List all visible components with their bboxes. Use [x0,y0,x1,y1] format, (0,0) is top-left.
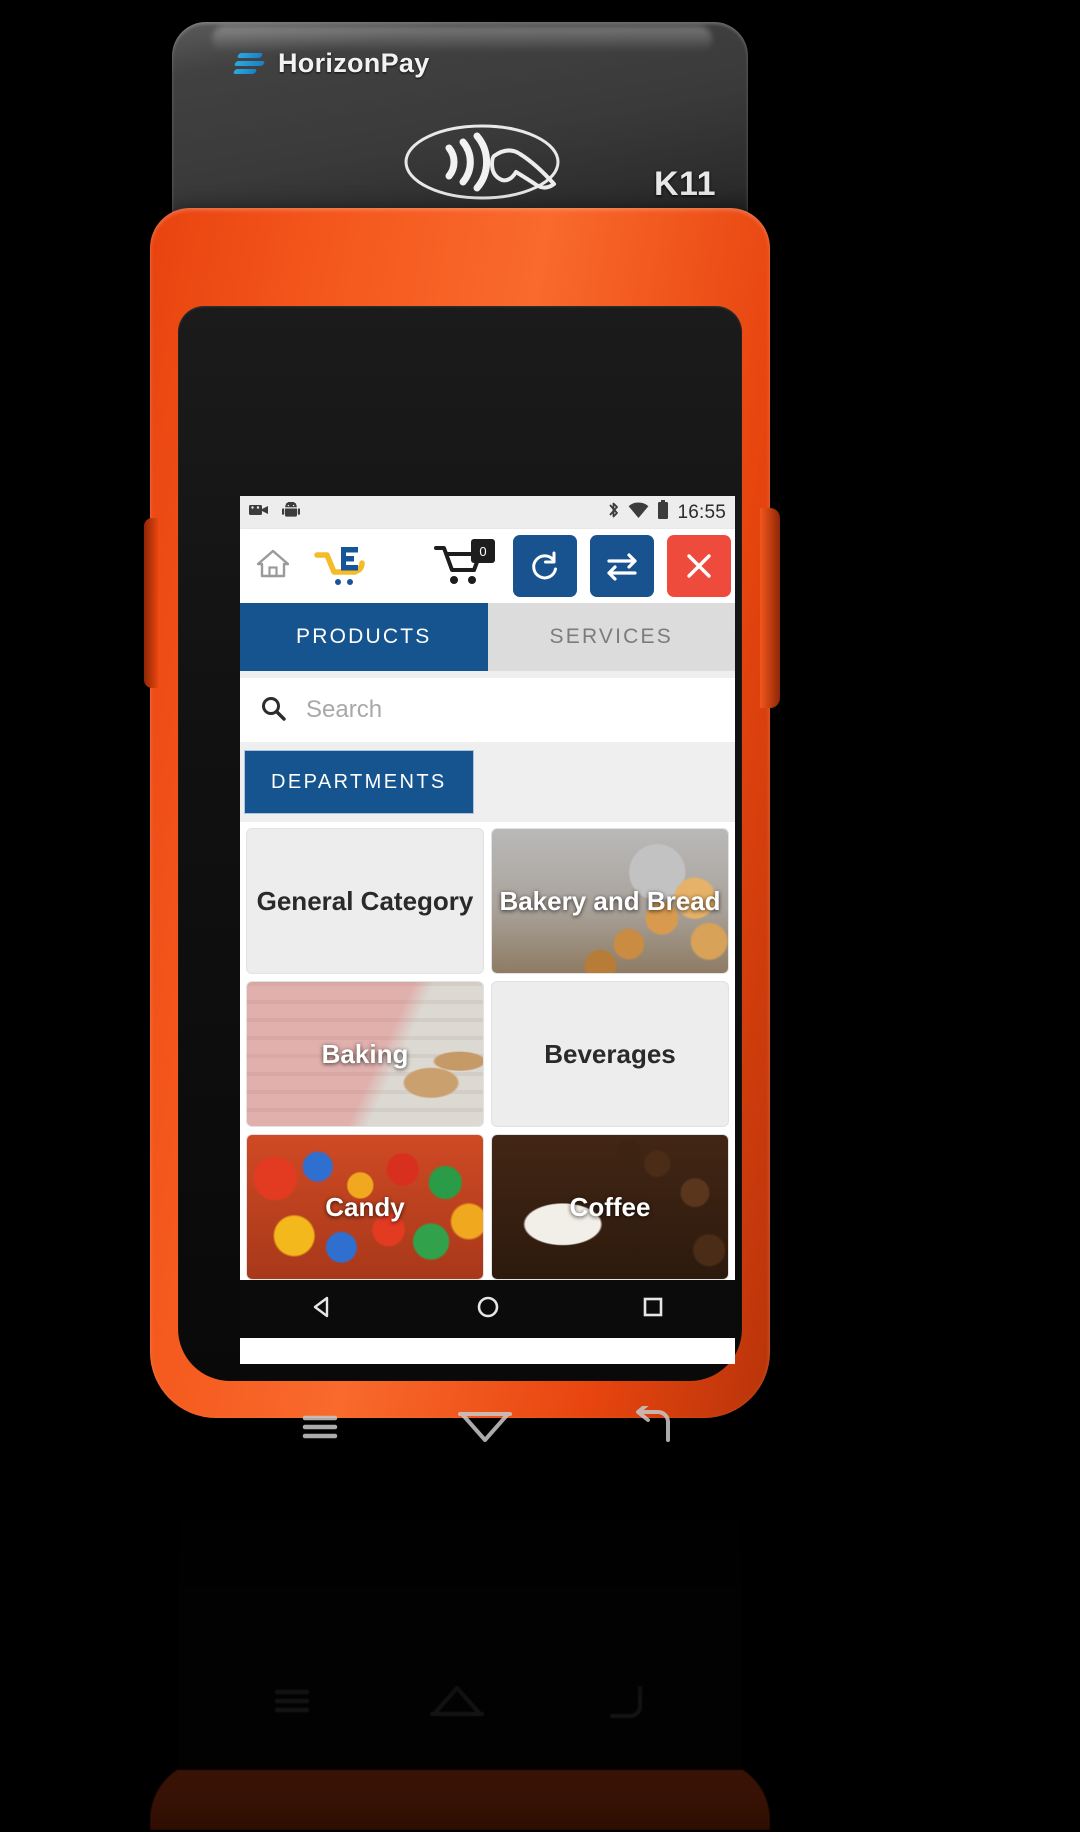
printer-housing: HorizonPay K11 [172,22,752,232]
nfc-contactless-icon [397,122,567,202]
departments-header-row: DEPARTMENTS [240,742,735,822]
reflection-home-key-icon [428,1676,486,1723]
departments-grid: General Category Bakery and Bread Baking… [240,822,735,1280]
department-tile-label: Candy [325,1191,405,1222]
status-bar-clock: 16:55 [677,501,726,523]
shopping-cart-logo-icon [314,545,370,587]
department-tile-beverages[interactable]: Beverages [491,981,729,1127]
battery-icon [657,500,669,525]
department-tile-label: Beverages [544,1038,676,1069]
tab-services[interactable]: SERVICES [487,603,735,671]
department-tile-coffee[interactable]: Coffee [491,1134,729,1280]
back-nav-icon[interactable] [308,1292,338,1327]
android-nav-bar [240,1280,735,1338]
departments-button[interactable]: DEPARTMENTS [244,750,474,814]
brand-row: HorizonPay [232,48,430,79]
cart-count-badge: 0 [471,539,495,563]
transfer-button[interactable] [590,535,654,597]
left-side-button[interactable] [144,518,158,688]
status-bar: 16:55 [240,496,735,529]
tab-services-label: SERVICES [549,625,673,648]
device-model-label: K11 [654,165,716,203]
cart-button[interactable]: 0 [434,539,495,590]
terminal-chassis: 16:55 0 PRODUCTS SERVICES Search DEPARTM… [144,208,780,1442]
device-screen: 16:55 0 PRODUCTS SERVICES Search DEPARTM… [240,496,735,1364]
android-robot-icon [282,500,300,524]
reflection-back-key-icon [600,1676,650,1723]
search-section: Search [240,671,735,742]
department-tile-label: Bakery and Bread [499,885,721,916]
search-bar[interactable]: Search [240,678,735,742]
department-tile-general-category[interactable]: General Category [246,828,484,974]
department-tile-label: Coffee [569,1191,651,1222]
reflection-capacitive-keys [212,1656,707,1742]
department-tile-label: Baking [321,1038,409,1069]
app-toolbar: 0 [240,529,735,603]
department-tile-baking[interactable]: Baking [246,981,484,1127]
reflection-chassis [150,1760,770,1830]
screen-record-icon [249,502,269,523]
tab-products[interactable]: PRODUCTS [240,603,488,671]
close-button[interactable] [667,535,731,597]
department-tile-bakery-and-bread[interactable]: Bakery and Bread [491,828,729,974]
search-input[interactable]: Search [306,696,382,724]
brand-name: HorizonPay [278,48,430,78]
category-tabs: PRODUCTS SERVICES [240,603,735,671]
pos-terminal: HorizonPay K11 16:55 0 PRODUCTS SERVICES… [144,22,780,1442]
horizonpay-logo-icon [232,51,268,77]
search-icon [260,695,286,726]
home-icon[interactable] [254,545,292,588]
status-bar-right-icons: 16:55 [607,500,726,525]
status-bar-left-icons [249,500,300,524]
sync-button[interactable] [513,535,577,597]
tab-products-label: PRODUCTS [296,625,432,648]
terminal-reflection [150,1430,770,1830]
wifi-icon [628,501,649,524]
recents-nav-icon[interactable] [638,1292,668,1327]
department-tile-label: General Category [256,885,474,916]
department-tile-candy[interactable]: Candy [246,1134,484,1280]
right-side-button[interactable] [760,508,780,708]
terminal-front-face: 16:55 0 PRODUCTS SERVICES Search DEPARTM… [178,306,742,1442]
departments-button-label: DEPARTMENTS [271,770,447,793]
screenshot-root: HorizonPay K11 16:55 0 PRODUCTS SERVICES… [0,0,1080,1832]
bluetooth-icon [607,500,620,525]
reflection-menu-key-icon [269,1677,315,1722]
home-nav-icon[interactable] [473,1292,503,1327]
